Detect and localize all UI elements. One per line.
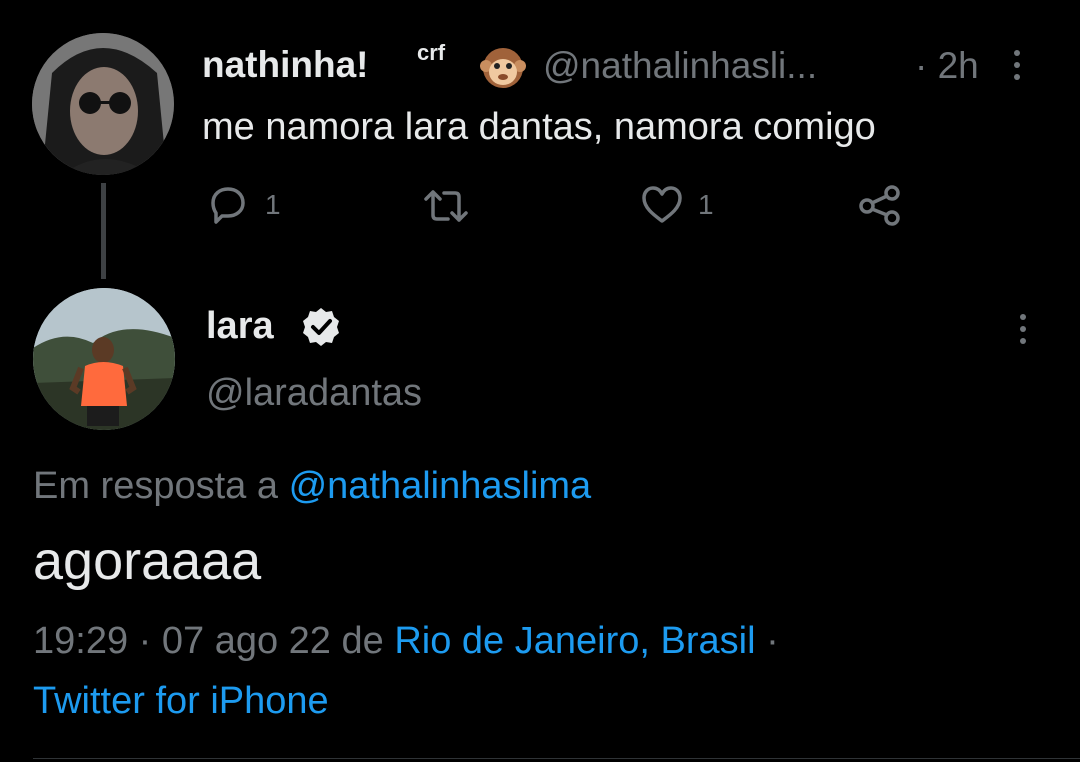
avatar[interactable] <box>33 288 175 430</box>
tweet-meta: 19:29 · 07 ago 22 de Rio de Janeiro, Bra… <box>33 620 779 663</box>
client-link[interactable]: Twitter for iPhone <box>33 680 329 723</box>
author-handle[interactable]: @laradantas <box>206 372 422 415</box>
author-name[interactable]: lara <box>206 305 274 348</box>
retweet-button[interactable] <box>422 187 470 225</box>
author-handle[interactable]: @nathalinhasli... <box>543 45 817 87</box>
tweet-text: me namora lara dantas, namora comigo <box>202 106 876 148</box>
reply-prefix: Em resposta a <box>33 465 278 507</box>
reply-icon <box>211 187 245 224</box>
name-superscript: crf <box>417 40 446 65</box>
retweet-icon <box>424 190 468 222</box>
from-label: de <box>341 620 384 662</box>
tweet-date[interactable]: 07 ago 22 <box>162 620 331 662</box>
like-count: 1 <box>698 189 714 220</box>
author-name[interactable]: nathinha! <box>202 44 368 86</box>
monkey-emoji-icon <box>480 44 526 90</box>
like-button[interactable]: 1 <box>640 185 714 225</box>
reply-handle-link[interactable]: @nathalinhaslima <box>289 465 592 507</box>
more-icon[interactable] <box>1020 314 1026 344</box>
more-icon[interactable] <box>1014 50 1020 80</box>
location-link[interactable]: Rio de Janeiro, Brasil <box>394 620 755 662</box>
avatar[interactable] <box>32 33 174 175</box>
thread-connector <box>101 183 106 279</box>
avatar-image <box>33 288 175 430</box>
verified-icon <box>300 306 342 348</box>
avatar-image <box>32 33 174 175</box>
like-icon <box>642 186 682 223</box>
tweet-text: agoraaaa <box>33 531 262 591</box>
divider <box>33 758 1080 759</box>
separator: · <box>766 620 779 662</box>
share-button[interactable] <box>858 184 904 226</box>
share-icon <box>859 185 900 226</box>
reply-context: Em resposta a @nathalinhaslima <box>33 465 591 508</box>
reply-count: 1 <box>265 189 281 220</box>
tweet-time[interactable]: 19:29 <box>33 620 128 662</box>
reply-button[interactable]: 1 <box>205 185 281 225</box>
tweet-time[interactable]: · 2h <box>915 45 979 87</box>
separator: · <box>138 620 152 662</box>
